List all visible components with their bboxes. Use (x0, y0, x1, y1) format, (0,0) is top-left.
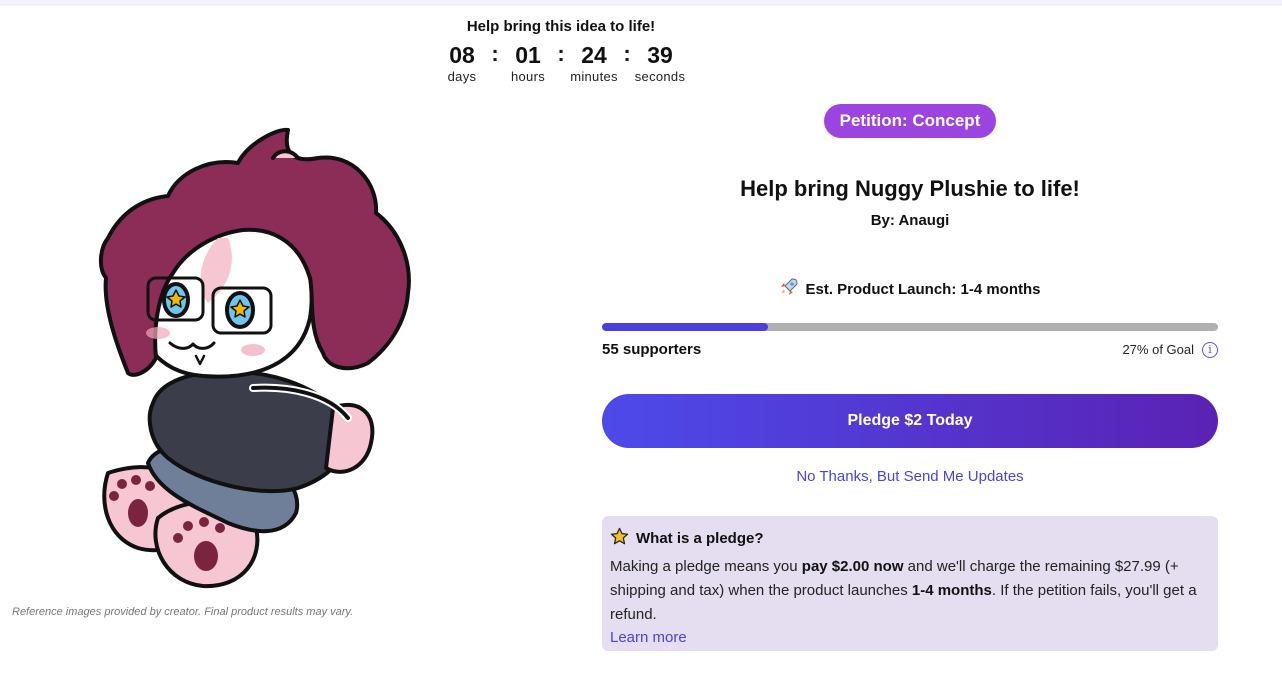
product-reference-image (99, 127, 411, 589)
page-title: Help bring Nuggy Plushie to life! (740, 176, 1080, 201)
learn-more-link[interactable]: Learn more (610, 629, 687, 646)
countdown-timer: 08 days : 01 hours : 24 minutes : 39 sec… (430, 41, 692, 85)
body-bold-1: pay $2.00 now (801, 558, 904, 575)
minutes-label: minutes (570, 69, 618, 84)
launch-text: Est. Product Launch: 1-4 months (805, 281, 1041, 298)
countdown-title: Help bring this idea to life! (466, 18, 656, 35)
separator: : (557, 41, 565, 66)
countdown-minutes: 24 minutes (566, 43, 622, 84)
separator: : (623, 41, 631, 66)
rocket-icon (779, 277, 799, 301)
countdown-days: 08 days (434, 43, 490, 84)
creator-byline: By: Anaugi (870, 212, 950, 229)
minutes-value: 24 (581, 42, 607, 68)
progress-fill (602, 323, 769, 331)
hours-label: hours (510, 69, 546, 84)
top-bar (0, 0, 1282, 6)
hours-value: 01 (515, 42, 541, 68)
countdown: Help bring this idea to life! 08 days : … (430, 18, 692, 84)
goal-text: 27% of Goal (1122, 342, 1194, 357)
goal-percent: 27% of Goal i (1122, 341, 1218, 358)
status-badge: Petition: Concept (824, 104, 996, 138)
body-bold-2: 1-4 months (911, 582, 992, 599)
reference-disclaimer: Reference images provided by creator. Fi… (12, 606, 354, 618)
separator: : (491, 41, 499, 66)
seconds-label: seconds (634, 69, 686, 84)
progress-bar (602, 323, 1218, 331)
progress-stats: 55 supporters 27% of Goal i (602, 341, 1218, 358)
info-box-body: Making a pledge means you pay $2.00 now … (610, 555, 1210, 627)
info-icon[interactable]: i (1202, 341, 1218, 358)
info-box-title: What is a pledge? (610, 527, 1210, 550)
pledge-button[interactable]: Pledge $2 Today (602, 394, 1218, 448)
countdown-seconds: 39 seconds (632, 43, 688, 84)
pledge-info-box: What is a pledge? Making a pledge means … (602, 516, 1218, 651)
supporters-count: 55 supporters (602, 341, 702, 358)
seconds-value: 39 (647, 42, 673, 68)
info-box-heading: What is a pledge? (636, 530, 764, 547)
launch-estimate: Est. Product Launch: 1-4 months (602, 277, 1218, 301)
star-icon (610, 527, 629, 550)
countdown-hours: 01 hours (500, 43, 556, 84)
days-label: days (447, 69, 477, 84)
pledge-panel: Petition: Concept Help bring Nuggy Plush… (602, 104, 1218, 651)
days-value: 08 (449, 42, 475, 68)
body-text-1: Making a pledge means you (610, 558, 802, 575)
updates-only-link[interactable]: No Thanks, But Send Me Updates (602, 468, 1218, 485)
